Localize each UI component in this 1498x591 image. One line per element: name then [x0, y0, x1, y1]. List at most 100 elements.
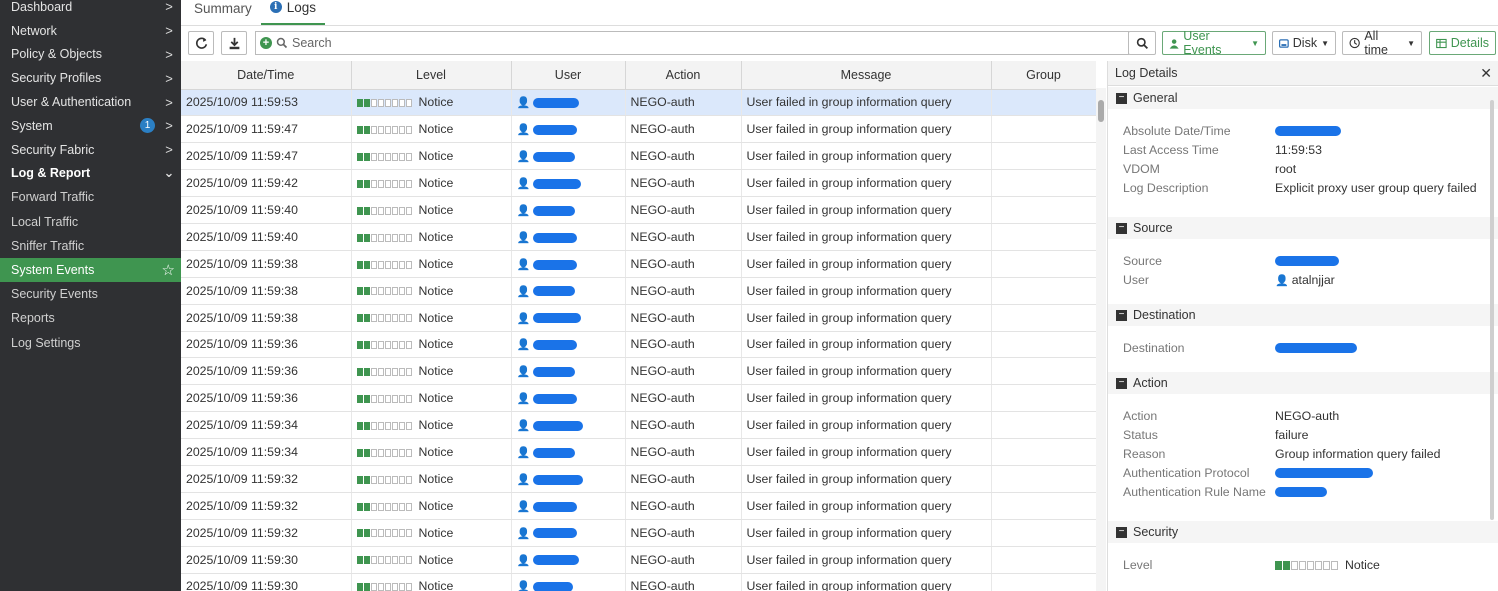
collapse-icon[interactable]: − — [1116, 92, 1127, 104]
sidebar-item-sniffer-traffic[interactable]: Sniffer Traffic — [0, 234, 181, 258]
table-row[interactable]: 2025/10/09 11:59:38 Notice 👤 NEGO-auth User … — [181, 304, 1096, 332]
sidebar-item-network[interactable]: Network > — [0, 19, 181, 43]
level-label: Notice — [418, 149, 454, 164]
collapse-icon[interactable]: − — [1116, 309, 1127, 321]
download-button[interactable] — [221, 31, 247, 55]
sidebar-item-security-fabric[interactable]: Security Fabric > — [0, 138, 181, 162]
details-scrollbar[interactable] — [1490, 100, 1494, 520]
table-row[interactable]: 2025/10/09 11:59:38 Notice 👤 NEGO-auth User … — [181, 250, 1096, 278]
sidebar-item-policy-objects[interactable]: Policy & Objects > — [0, 43, 181, 67]
section-action-header[interactable]: − Action — [1108, 372, 1498, 394]
section-title: Security — [1133, 525, 1179, 539]
log-source-dropdown[interactable]: Disk ▼ — [1272, 31, 1336, 55]
table-row[interactable]: 2025/10/09 11:59:32 Notice 👤 NEGO-auth User … — [181, 519, 1096, 547]
redacted-user — [533, 205, 576, 216]
redacted-user — [533, 125, 578, 136]
cell-action: NEGO-auth — [625, 169, 742, 198]
sidebar-item-security-events[interactable]: Security Events — [0, 282, 181, 306]
table-row[interactable]: 2025/10/09 11:59:36 Notice 👤 NEGO-auth User … — [181, 331, 1096, 359]
section-security-header[interactable]: − Security — [1108, 521, 1498, 543]
section-general-header[interactable]: − General — [1108, 87, 1498, 109]
cell-datetime: 2025/10/09 11:59:34 — [181, 411, 352, 440]
tab-logs[interactable]: i Logs — [260, 0, 326, 25]
time-range-dropdown[interactable]: All time ▼ — [1342, 29, 1422, 57]
section-source-header[interactable]: − Source — [1108, 217, 1498, 239]
user-icon: 👤 — [516, 581, 531, 591]
sidebar-item-forward-traffic[interactable]: Forward Traffic — [0, 185, 181, 209]
cell-message: User failed in group information query — [741, 277, 992, 305]
table-row[interactable]: 2025/10/09 11:59:32 Notice 👤 NEGO-auth User … — [181, 492, 1096, 520]
table-row[interactable]: 2025/10/09 11:59:40 Notice 👤 NEGO-auth User … — [181, 196, 1096, 224]
search-field[interactable]: + Search — [255, 31, 1129, 55]
cell-datetime: 2025/10/09 11:59:30 — [181, 573, 352, 591]
details-toggle-button[interactable]: Details — [1429, 31, 1496, 55]
table-row[interactable]: 2025/10/09 11:59:42 Notice 👤 NEGO-auth User … — [181, 169, 1096, 198]
section-destination-header[interactable]: − Destination — [1108, 304, 1498, 326]
column-header-group[interactable]: Group — [991, 61, 1096, 90]
table-row[interactable]: 2025/10/09 11:59:38 Notice 👤 NEGO-auth User … — [181, 277, 1096, 305]
log-table: Date/Time Level User Action Message Grou… — [181, 61, 1096, 591]
detail-value: failure — [1275, 427, 1309, 442]
table-row[interactable]: 2025/10/09 11:59:36 Notice 👤 NEGO-auth User … — [181, 357, 1096, 386]
column-header-message[interactable]: Message — [741, 61, 992, 90]
close-icon[interactable]: ✕ — [1480, 65, 1492, 82]
detail-value-redacted — [1275, 341, 1357, 355]
table-scrollbar[interactable] — [1096, 88, 1106, 591]
chevron-right-icon: > — [165, 142, 173, 158]
chevron-right-icon: > — [165, 94, 173, 110]
cell-level: Notice — [351, 546, 512, 574]
column-header-user[interactable]: User — [511, 61, 626, 90]
search-button[interactable] — [1128, 31, 1156, 55]
table-row[interactable]: 2025/10/09 11:59:47 Notice 👤 NEGO-auth User … — [181, 115, 1096, 144]
event-type-dropdown[interactable]: User Events ▼ — [1162, 29, 1266, 57]
level-label: Notice — [418, 283, 454, 298]
detail-label: Level — [1123, 557, 1153, 572]
cell-level: Notice — [351, 196, 512, 224]
cell-group — [991, 519, 1096, 547]
cell-group — [991, 384, 1096, 413]
sidebar-item-reports[interactable]: Reports — [0, 306, 181, 330]
sidebar-item-user-authentication[interactable]: User & Authentication > — [0, 90, 181, 114]
sidebar-item-label: Sniffer Traffic — [11, 238, 85, 253]
table-row[interactable]: 2025/10/09 11:59:40 Notice 👤 NEGO-auth User … — [181, 223, 1096, 251]
cell-message: User failed in group information query — [741, 546, 992, 574]
column-header-datetime[interactable]: Date/Time — [181, 61, 352, 90]
table-row[interactable]: 2025/10/09 11:59:34 Notice 👤 NEGO-auth User … — [181, 438, 1096, 466]
detail-value: 11:59:53 — [1275, 142, 1322, 157]
user-icon: 👤 — [516, 312, 531, 325]
sidebar-item-security-profiles[interactable]: Security Profiles > — [0, 66, 181, 90]
table-row[interactable]: 2025/10/09 11:59:36 Notice 👤 NEGO-auth User … — [181, 384, 1096, 413]
column-header-level[interactable]: Level — [351, 61, 512, 90]
collapse-icon[interactable]: − — [1116, 222, 1127, 234]
sidebar-item-log-report[interactable]: Log & Report ⌄ — [0, 162, 181, 186]
cell-action: NEGO-auth — [625, 357, 742, 386]
column-header-action[interactable]: Action — [625, 61, 742, 90]
level-meter — [356, 475, 413, 484]
star-icon[interactable]: ☆ — [162, 261, 175, 279]
tab-summary[interactable]: Summary — [185, 0, 261, 25]
table-row[interactable]: 2025/10/09 11:59:34 Notice 👤 NEGO-auth User … — [181, 411, 1096, 440]
cell-message: User failed in group information query — [741, 250, 992, 278]
collapse-icon[interactable]: − — [1116, 526, 1127, 538]
detail-label: Destination — [1123, 340, 1185, 355]
scrollbar-thumb[interactable] — [1098, 100, 1104, 122]
caret-down-icon: ▼ — [1251, 38, 1259, 48]
sidebar-item-system-events[interactable]: System Events ☆ — [0, 257, 181, 283]
cell-action: NEGO-auth — [625, 115, 742, 144]
sidebar-item-dashboard[interactable]: Dashboard > — [0, 0, 181, 19]
sidebar-item-system[interactable]: System 1 > — [0, 114, 181, 138]
table-row[interactable]: 2025/10/09 11:59:32 Notice 👤 NEGO-auth User … — [181, 465, 1096, 493]
table-header-row: Date/Time Level User Action Message Grou… — [181, 61, 1096, 90]
detail-auth-protocol: Authentication Protocol — [1108, 463, 1498, 482]
search-input[interactable]: Search — [292, 36, 332, 50]
add-filter-icon[interactable]: + — [260, 37, 272, 49]
table-row[interactable]: 2025/10/09 11:59:30 Notice 👤 NEGO-auth User … — [181, 573, 1096, 591]
level-meter — [356, 502, 413, 511]
refresh-button[interactable] — [188, 31, 214, 55]
sidebar-item-local-traffic[interactable]: Local Traffic — [0, 210, 181, 234]
table-row[interactable]: 2025/10/09 11:59:30 Notice 👤 NEGO-auth User … — [181, 546, 1096, 574]
table-row[interactable]: 2025/10/09 11:59:53 Notice 👤 NEGO-auth User … — [181, 89, 1096, 117]
table-row[interactable]: 2025/10/09 11:59:47 Notice 👤 NEGO-auth User … — [181, 142, 1096, 171]
sidebar-item-log-settings[interactable]: Log Settings — [0, 331, 181, 355]
collapse-icon[interactable]: − — [1116, 377, 1127, 389]
